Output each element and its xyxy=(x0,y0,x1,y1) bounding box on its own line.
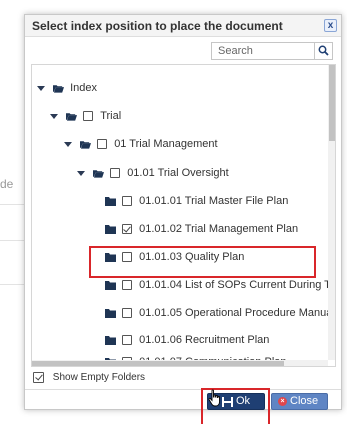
tree-item-label: 01.01.06 Recruitment Plan xyxy=(139,334,270,347)
tree-item-tmf-plan[interactable]: 01.01.01 Trial Master File Plan xyxy=(105,192,288,210)
dialog-close-icon[interactable]: x xyxy=(324,19,337,32)
folder-icon xyxy=(105,224,116,234)
folder-open-icon xyxy=(66,112,78,121)
tree-item-trial-management[interactable]: 01 Trial Management xyxy=(64,135,218,153)
expand-caret-icon[interactable] xyxy=(37,85,45,91)
dialog-title: Select index position to place the docum… xyxy=(32,19,283,33)
tree-checkbox[interactable] xyxy=(122,280,133,291)
tree-item-trial-management-plan[interactable]: 01.01.02 Trial Management Plan xyxy=(105,220,298,238)
background-divider xyxy=(0,204,24,205)
tree-item-label: Trial xyxy=(100,110,122,123)
background-divider xyxy=(0,240,24,241)
tree-item-trial[interactable]: Trial xyxy=(50,107,121,125)
tree-item-list-of-sops[interactable]: 01.01.04 List of SOPs Current During T xyxy=(105,276,331,294)
folder-icon xyxy=(105,308,116,318)
folder-open-icon xyxy=(80,140,92,149)
show-empty-folders-label: Show Empty Folders xyxy=(52,372,146,383)
tree-checkbox-checked[interactable] xyxy=(122,224,133,235)
save-icon xyxy=(222,397,233,407)
tree-checkbox[interactable] xyxy=(97,139,108,150)
background-divider xyxy=(0,284,24,285)
show-empty-folders-option[interactable]: Show Empty Folders xyxy=(33,370,145,386)
horizontal-scroll-thumb[interactable] xyxy=(32,361,284,366)
hand-cursor-icon xyxy=(208,389,220,407)
tree-item-recruitment-plan[interactable]: 01.01.06 Recruitment Plan xyxy=(105,331,269,349)
tree-checkbox[interactable] xyxy=(83,111,94,122)
selection-highlight xyxy=(89,246,316,278)
close-circle-icon: × xyxy=(278,397,287,406)
tree-item-label: 01.01.01 Trial Master File Plan xyxy=(139,195,289,208)
vertical-scroll-thumb[interactable] xyxy=(329,65,335,141)
folder-icon xyxy=(105,196,116,206)
folder-open-icon xyxy=(53,84,65,93)
expand-caret-icon[interactable] xyxy=(77,170,85,176)
index-tree: Index Trial 01 Trial Management 01.01 Tr… xyxy=(31,64,336,367)
tree-item-label: 01.01 Trial Oversight xyxy=(127,167,229,180)
background-text: de xyxy=(0,177,14,191)
close-button[interactable]: × Close xyxy=(271,393,328,410)
folder-icon xyxy=(105,280,116,290)
footer-divider xyxy=(25,389,341,390)
tree-item-operational-procedure[interactable]: 01.01.05 Operational Procedure Manua xyxy=(105,304,332,322)
expand-caret-icon[interactable] xyxy=(64,141,72,147)
tree-checkbox[interactable] xyxy=(122,335,133,346)
search-icon xyxy=(318,45,329,56)
ok-button-label: Ok xyxy=(236,395,251,407)
tree-checkbox[interactable] xyxy=(110,168,121,179)
search-button[interactable] xyxy=(314,43,332,59)
select-index-dialog: Select index position to place the docum… xyxy=(24,14,342,424)
tree-item-label: Index xyxy=(70,82,98,95)
folder-open-icon xyxy=(93,169,105,178)
vertical-scrollbar[interactable] xyxy=(328,65,335,360)
dialog-titlebar: Select index position to place the docum… xyxy=(25,15,341,37)
tree-checkbox[interactable] xyxy=(122,308,133,319)
tree-item-label: 01.01.05 Operational Procedure Manua xyxy=(139,307,333,320)
expand-caret-icon[interactable] xyxy=(50,113,58,119)
search-input[interactable] xyxy=(212,43,314,59)
tree-item-trial-oversight[interactable]: 01.01 Trial Oversight xyxy=(77,164,229,182)
tree-item-label: 01.01.04 List of SOPs Current During T xyxy=(139,279,331,292)
show-empty-folders-checkbox[interactable] xyxy=(33,371,44,383)
tree-item-label: 01 Trial Management xyxy=(114,138,218,151)
horizontal-scrollbar[interactable] xyxy=(32,360,328,366)
tree-item-index[interactable]: Index xyxy=(37,79,97,97)
search-box xyxy=(211,42,333,60)
tree-item-label: 01.01.02 Trial Management Plan xyxy=(139,223,299,236)
tree-checkbox[interactable] xyxy=(122,196,133,207)
close-button-label: Close xyxy=(290,395,319,407)
folder-icon xyxy=(105,335,116,345)
